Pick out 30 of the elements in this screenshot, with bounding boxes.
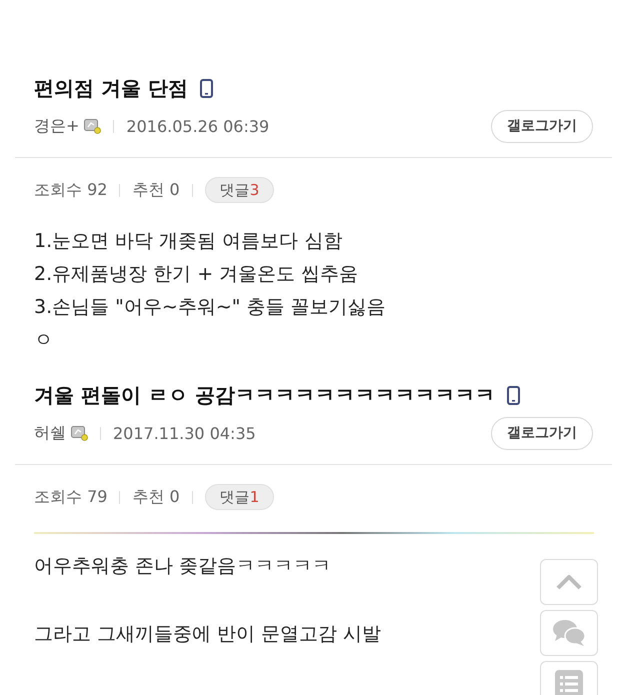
post-text: ㅇ	[34, 328, 53, 353]
phone-icon	[200, 78, 213, 98]
post-text: 1.눈오면 바닥 개좆됨 여름보다 심함	[34, 229, 342, 254]
gallog-button[interactable]: 갤로그가기	[491, 110, 593, 142]
comment-button[interactable]: 댓글1	[204, 484, 274, 510]
user-badge-icon	[84, 118, 102, 134]
chat-icon	[552, 619, 586, 647]
post-date: 2017.11.30 04:35	[113, 424, 256, 442]
view-count: 조회수 92	[34, 180, 108, 200]
caret-up-icon	[556, 574, 582, 590]
post-title: 편의점 겨울 단점	[34, 76, 188, 100]
author-name: 경은+	[34, 116, 80, 136]
post-date: 2016.05.26 06:39	[126, 116, 270, 136]
post-text: 2.유제품냉장 한기 + 겨울온도 씹추움	[34, 262, 358, 287]
author-name: 허쉘	[34, 422, 66, 444]
view-count: 조회수 79	[34, 486, 108, 508]
gallog-button[interactable]: 갤로그가기	[491, 416, 593, 450]
list-button[interactable]	[540, 661, 598, 695]
recommend-count: 추천 0	[132, 180, 180, 200]
phone-icon	[506, 386, 520, 404]
comment-button[interactable]: 댓글3	[204, 177, 274, 203]
post-text: 3.손님들 "어우~추워~" 충들 꼴보기싫음	[34, 295, 386, 320]
recommend-count: 추천 0	[132, 486, 180, 508]
post-text: 어우추워충 존나 좆같음ㅋㅋㅋㅋㅋ	[34, 554, 332, 579]
post-text: 그라고 그새끼들중에 반이 문열고감 시발	[34, 622, 382, 647]
post-title: 겨울 편돌이 ㄹㅇ 공감ㅋㅋㅋㅋㅋㅋㅋㅋㅋㅋㅋㅋㅋ	[34, 383, 495, 407]
chat-button[interactable]	[540, 610, 598, 656]
user-badge-icon	[71, 426, 88, 440]
list-icon	[555, 670, 583, 695]
up-button[interactable]	[540, 559, 598, 605]
